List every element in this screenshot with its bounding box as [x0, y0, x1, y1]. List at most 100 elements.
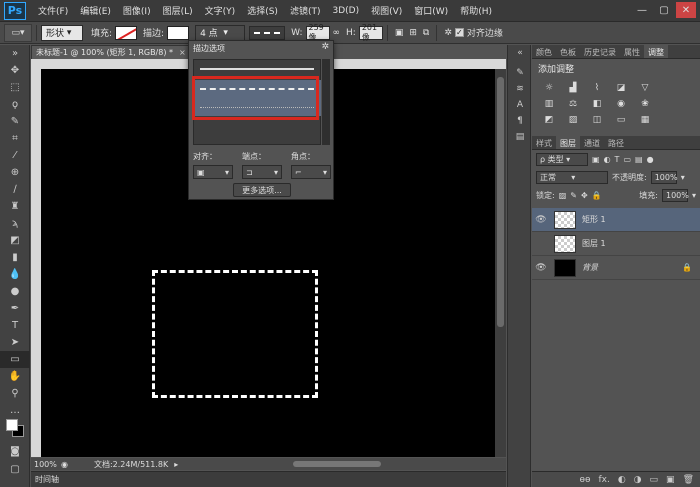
rectangle-tool-icon[interactable]: ▭ — [0, 351, 30, 368]
menu-layer[interactable]: 图层(L) — [157, 4, 199, 17]
width-input[interactable]: 259 像 — [305, 23, 330, 42]
levels-icon[interactable]: ▟ — [566, 82, 580, 94]
lasso-tool-icon[interactable]: ϙ — [0, 96, 30, 113]
horizontal-scrollbar-thumb[interactable] — [293, 461, 381, 467]
menu-help[interactable]: 帮助(H) — [454, 4, 498, 17]
curves-icon[interactable]: ⌇ — [590, 82, 604, 94]
presets-scrollbar[interactable] — [322, 59, 330, 145]
path-alignment-icon[interactable]: ⊞ — [409, 28, 417, 38]
lock-paint-icon[interactable]: ✎ — [570, 191, 577, 200]
menu-edit[interactable]: 编辑(E) — [74, 4, 117, 17]
pen-tool-icon[interactable]: ✒ — [0, 300, 30, 317]
crop-tool-icon[interactable]: ⌗ — [0, 130, 30, 147]
opacity-input[interactable]: 100% — [650, 170, 678, 184]
filter-shape-icon[interactable]: ▭ — [623, 155, 631, 164]
hand-tool-icon[interactable]: ✋ — [0, 368, 30, 385]
channel-mixer-icon[interactable]: ❀ — [638, 98, 652, 110]
filter-type-icon[interactable]: T — [615, 155, 620, 164]
shape-mode-select[interactable]: 形状 ▾ — [41, 24, 83, 41]
height-input[interactable]: 201 像 — [358, 23, 383, 42]
hue-saturation-icon[interactable]: ▥ — [542, 98, 556, 110]
rectangle-tool-preset-icon[interactable]: ▭▾ — [4, 23, 32, 42]
history-brush-tool-icon[interactable]: ϡ — [0, 215, 30, 232]
align-edges-checkbox[interactable]: ✓ — [454, 28, 464, 37]
timeline-panel-tab[interactable]: 时间轴 — [31, 471, 506, 487]
close-document-icon[interactable]: × — [179, 48, 186, 57]
align-select[interactable]: ▣ ▾ — [193, 165, 233, 179]
tab-paths[interactable]: 路径 — [604, 136, 628, 149]
color-balance-icon[interactable]: ⚖ — [566, 98, 580, 110]
foreground-color-swatch[interactable] — [6, 419, 18, 431]
photo-filter-icon[interactable]: ◉ — [614, 98, 628, 110]
scrollbar-thumb[interactable] — [497, 77, 504, 327]
eyedropper-tool-icon[interactable]: ⁄ — [0, 147, 30, 164]
link-layers-icon[interactable]: ɵɵ — [579, 475, 590, 485]
document-tab[interactable]: 未标题-1 @ 100% (矩形 1, RGB/8) * × — [31, 45, 191, 59]
stroke-type-select[interactable] — [249, 25, 286, 40]
screen-mode-icon[interactable]: ▢ — [0, 461, 30, 478]
vibrance-icon[interactable]: ▽ — [638, 82, 652, 94]
eye-icon[interactable]: 👁 — [532, 263, 550, 273]
brightness-icon[interactable]: ☼ — [542, 82, 556, 94]
dashed-rectangle-shape[interactable] — [152, 270, 318, 398]
healing-brush-tool-icon[interactable]: ⊕ — [0, 164, 30, 181]
blur-tool-icon[interactable]: 💧 — [0, 266, 30, 283]
menu-3d[interactable]: 3D(D) — [326, 6, 365, 16]
fill-input[interactable]: 100% — [661, 188, 689, 202]
menu-window[interactable]: 窗口(W) — [408, 4, 454, 17]
layer-row[interactable]: 图层 1 — [532, 232, 700, 256]
path-selection-tool-icon[interactable]: ➤ — [0, 334, 30, 351]
stroke-swatch[interactable] — [167, 25, 190, 40]
layer-style-icon[interactable]: fx. — [598, 475, 609, 485]
layer-row[interactable]: 👁 矩形 1 — [532, 208, 700, 232]
eraser-tool-icon[interactable]: ◩ — [0, 232, 30, 249]
layer-row[interactable]: 👁 背景 🔒 — [532, 256, 700, 280]
marquee-tool-icon[interactable]: ⬚ — [0, 79, 30, 96]
zoom-level[interactable]: 100% — [31, 460, 61, 469]
stroke-size-select[interactable]: 4 点 ▾ — [195, 24, 246, 41]
brush-presets-icon[interactable]: ✎ — [508, 65, 532, 81]
new-adjustment-layer-icon[interactable]: ◑ — [634, 475, 642, 485]
menu-image[interactable]: 图像(I) — [117, 4, 157, 17]
tab-channels[interactable]: 通道 — [580, 136, 604, 149]
link-icon[interactable]: ∞ — [333, 28, 341, 38]
gear-icon[interactable]: ✲ — [321, 42, 329, 52]
tab-color[interactable]: 颜色 — [532, 45, 556, 58]
tab-styles[interactable]: 样式 — [532, 136, 556, 149]
zoom-tool-icon[interactable]: ⚲ — [0, 385, 30, 402]
menu-select[interactable]: 选择(S) — [241, 4, 284, 17]
maximize-button[interactable]: ▢ — [654, 2, 674, 18]
info-panel-icon[interactable]: ▤ — [508, 129, 532, 145]
threshold-icon[interactable]: ◫ — [590, 114, 604, 126]
menu-view[interactable]: 视图(V) — [365, 4, 408, 17]
move-tool-icon[interactable]: ✥ — [0, 62, 30, 79]
kind-filter-select[interactable]: ρ 类型 ▾ — [536, 152, 588, 166]
menu-filter[interactable]: 滤镜(T) — [284, 4, 327, 17]
close-button[interactable]: ✕ — [676, 2, 696, 18]
quick-selection-tool-icon[interactable]: ✎ — [0, 113, 30, 130]
gradient-map-icon[interactable]: ▭ — [614, 114, 628, 126]
blend-mode-select[interactable]: 正常 ▾ — [536, 170, 608, 184]
brush-panel-icon[interactable]: ≋ — [508, 81, 532, 97]
character-panel-icon[interactable]: A — [508, 97, 532, 113]
paragraph-panel-icon[interactable]: ¶ — [508, 113, 532, 129]
tab-swatches[interactable]: 色板 — [556, 45, 580, 58]
menu-file[interactable]: 文件(F) — [32, 4, 74, 17]
more-options-button[interactable]: 更多选项... — [233, 183, 291, 197]
posterize-icon[interactable]: ▨ — [566, 114, 580, 126]
trash-icon[interactable]: 🗑 — [683, 475, 694, 485]
solid-stroke-preset[interactable] — [200, 68, 314, 70]
dodge-tool-icon[interactable]: ● — [0, 283, 30, 300]
black-white-icon[interactable]: ◧ — [590, 98, 604, 110]
tab-properties[interactable]: 属性 — [620, 45, 644, 58]
new-group-icon[interactable]: ▭ — [650, 475, 659, 485]
chevron-down-icon[interactable]: ▾ — [681, 173, 685, 182]
brush-tool-icon[interactable]: ∕ — [0, 181, 30, 198]
clone-stamp-tool-icon[interactable]: ♜ — [0, 198, 30, 215]
status-info-icon[interactable]: ◉ — [61, 460, 68, 469]
new-layer-icon[interactable]: ▣ — [666, 475, 675, 485]
tab-history[interactable]: 历史记录 — [580, 45, 620, 58]
filter-pixel-icon[interactable]: ▣ — [592, 155, 600, 164]
filter-smart-object-icon[interactable]: ▤ — [635, 155, 643, 164]
filter-toggle-icon[interactable]: ● — [647, 155, 654, 164]
